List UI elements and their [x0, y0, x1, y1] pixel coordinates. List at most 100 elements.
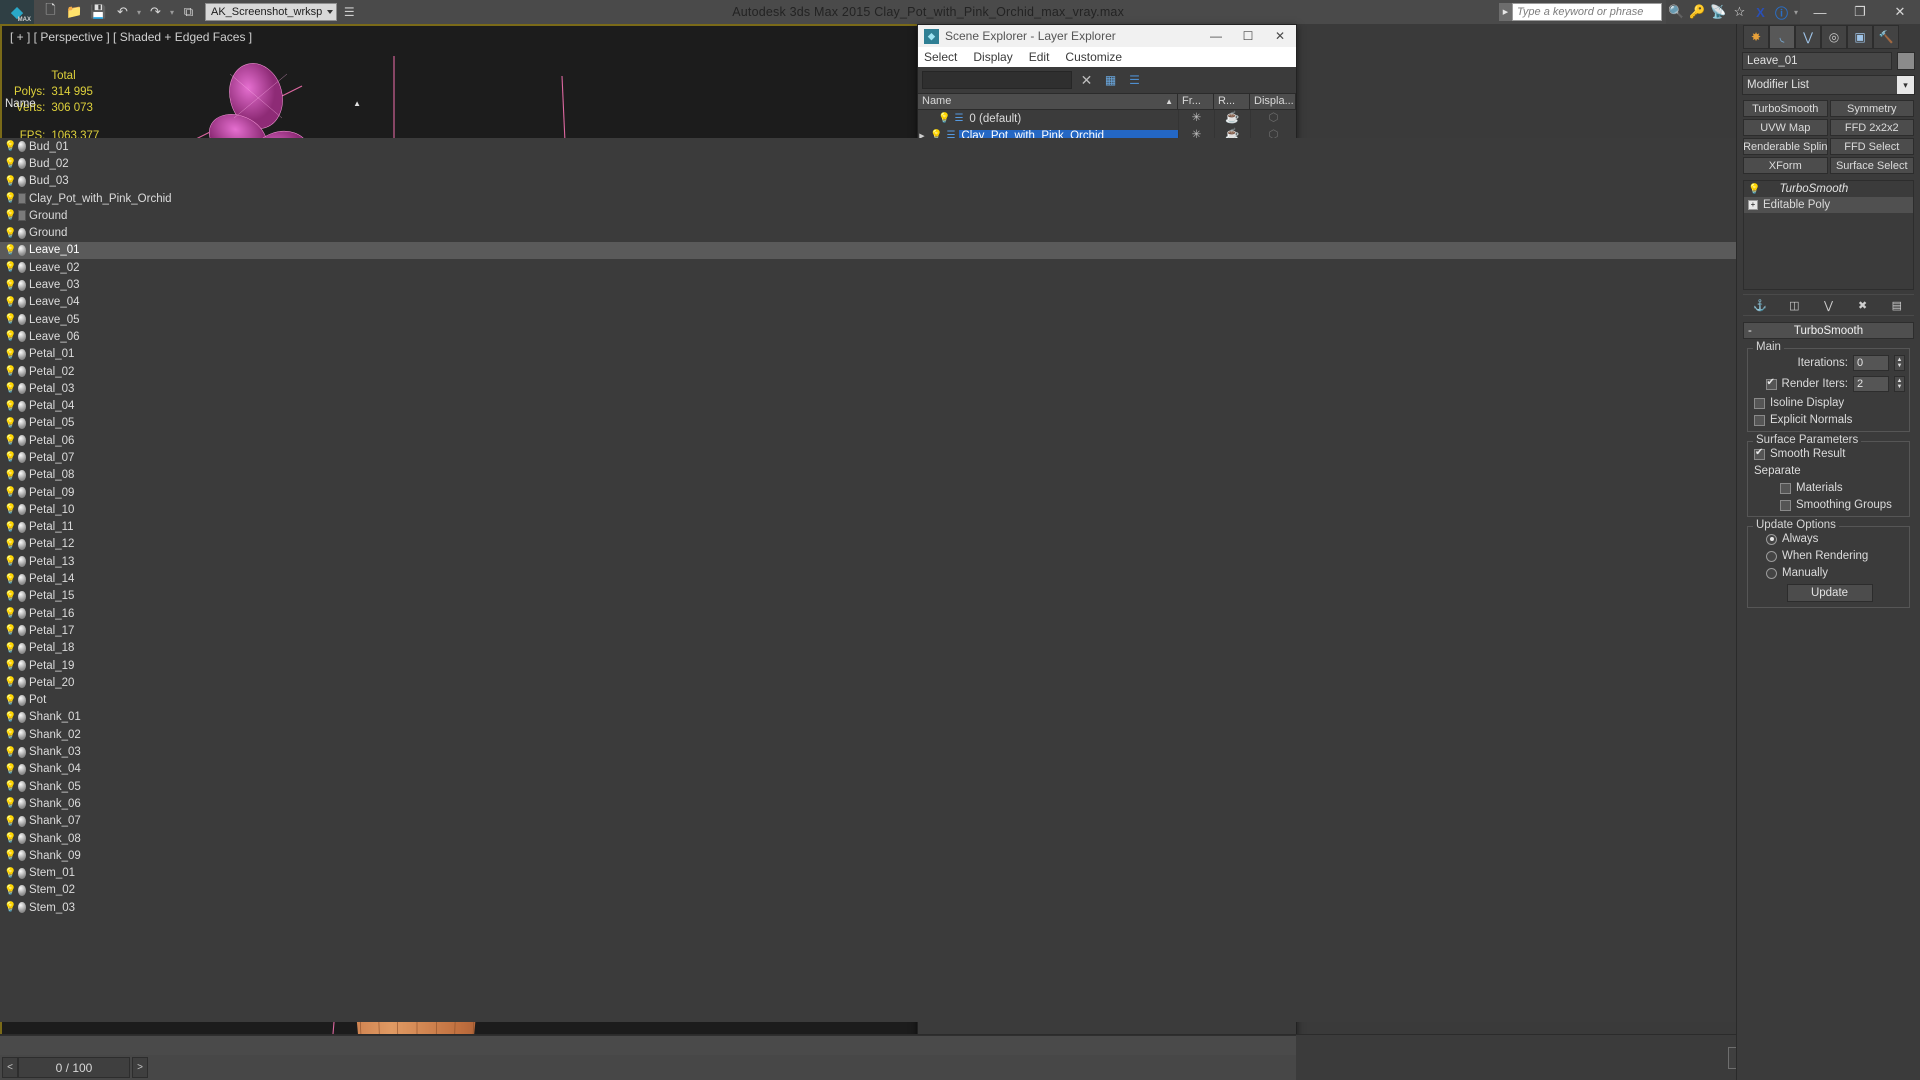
lightbulb-icon[interactable]: 💡 — [938, 113, 950, 124]
smooth-result-checkbox[interactable] — [1754, 447, 1765, 460]
lightbulb-icon[interactable]: 💡 — [4, 504, 16, 515]
scene-object-row[interactable]: 💡Petal_03496 — [0, 380, 1920, 397]
modifier-button-uvw-map[interactable]: UVW Map — [1743, 119, 1828, 136]
scene-object-row[interactable]: 💡Shank_0464 — [0, 761, 1920, 778]
modifier-button-ffd-select[interactable]: FFD Select — [1829, 138, 1914, 155]
scene-object-row[interactable]: 💡Petal_063088 — [0, 432, 1920, 449]
scene-object-row[interactable]: 💡Ground9690 — [0, 224, 1920, 241]
scene-object-row[interactable]: 💡Petal_07496 — [0, 449, 1920, 466]
scene-object-row[interactable]: 💡Bud_02944 — [0, 155, 1920, 172]
lightbulb-icon[interactable]: 💡 — [4, 798, 16, 809]
new-file-icon[interactable]: 🗋 — [39, 1, 62, 23]
modifier-button-surface-select[interactable]: Surface Select — [1829, 157, 1914, 174]
timeline-track[interactable] — [0, 1035, 1296, 1055]
lightbulb-icon[interactable]: 💡 — [4, 556, 16, 567]
open-file-icon[interactable]: 📁 — [63, 1, 86, 23]
lightbulb-icon[interactable]: 💡 — [4, 452, 16, 463]
iterations-stepper[interactable]: ▲ ▼ — [1894, 355, 1905, 371]
column-renderable[interactable]: R... — [1214, 93, 1250, 110]
scene-explorer-maximize-button[interactable]: ☐ — [1232, 25, 1264, 47]
scene-object-row[interactable]: 💡Petal_10496 — [0, 501, 1920, 518]
lightbulb-icon[interactable]: 💡 — [4, 418, 16, 429]
restore-button[interactable]: ❐ — [1840, 0, 1880, 24]
undo-dropdown-icon[interactable]: ▾ — [135, 8, 143, 17]
render-iters-stepper[interactable]: ▲ ▼ — [1894, 376, 1905, 392]
column-name[interactable]: Name — [922, 95, 951, 107]
manually-radio[interactable] — [1766, 567, 1777, 579]
scene-explorer-search-input[interactable] — [922, 71, 1072, 89]
satellite-dish-icon[interactable]: 📡 — [1708, 0, 1729, 24]
isoline-display-checkbox[interactable] — [1754, 397, 1765, 409]
scene-object-row[interactable]: 💡Bud_01944 — [0, 138, 1920, 155]
scene-object-row[interactable]: 💡Petal_18496 — [0, 640, 1920, 657]
lightbulb-icon[interactable]: 💡 — [4, 574, 16, 585]
prev-frame-button[interactable]: < — [2, 1057, 18, 1078]
lightbulb-icon[interactable]: 💡 — [4, 712, 16, 723]
add-layer-icon[interactable]: ▦ — [1101, 71, 1120, 90]
modify-tab[interactable]: ◟ — [1769, 25, 1795, 49]
project-folder-icon[interactable]: ⧉ — [177, 1, 200, 23]
scene-object-row[interactable]: 💡Petal_023088 — [0, 363, 1920, 380]
search-expand-icon[interactable]: ▶ — [1499, 3, 1512, 21]
plus-box-icon[interactable]: + — [1748, 200, 1758, 210]
lightbulb-icon[interactable]: 💡 — [1748, 184, 1760, 195]
turbosmooth-rollup[interactable]: - TurboSmooth Main Iterations: 0 ▲▼ Rend… — [1743, 322, 1914, 608]
scene-object-row[interactable]: 💡Petal_04496 — [0, 397, 1920, 414]
scene-object-row[interactable]: 💡Petal_14496 — [0, 570, 1920, 587]
always-radio[interactable] — [1766, 533, 1777, 545]
scene-object-row[interactable]: 💡Shank_0664 — [0, 795, 1920, 812]
lightbulb-icon[interactable]: 💡 — [4, 470, 16, 481]
lightbulb-icon[interactable]: 💡 — [4, 695, 16, 706]
smoothing-groups-checkbox[interactable] — [1780, 499, 1791, 511]
exchange-icon[interactable]: X — [1750, 0, 1771, 24]
lightbulb-icon[interactable]: 💡 — [4, 141, 16, 152]
frozen-cell[interactable]: ✳ — [1178, 110, 1214, 127]
lightbulb-icon[interactable]: 💡 — [4, 902, 16, 913]
make-unique-icon[interactable]: ⋁ — [1818, 296, 1838, 314]
max-logo-icon[interactable]: ◆ MAX — [0, 0, 34, 24]
menu-select[interactable]: Select — [924, 50, 957, 64]
lightbulb-icon[interactable]: 💡 — [4, 850, 16, 861]
modifier-stack-entry[interactable]: + Editable Poly — [1744, 197, 1913, 213]
lightbulb-icon[interactable]: 💡 — [4, 522, 16, 533]
scene-object-row[interactable]: 💡Petal_08496 — [0, 467, 1920, 484]
lightbulb-icon[interactable]: 💡 — [4, 816, 16, 827]
render-iters-input[interactable]: 2 — [1853, 376, 1889, 392]
scene-object-row[interactable]: 💡Petal_20496 — [0, 674, 1920, 691]
workspace-selector[interactable]: AK_Screenshot_wrksp — [205, 3, 338, 21]
motion-tab[interactable]: ◎ — [1821, 25, 1847, 49]
scene-object-row[interactable]: 💡Leave_06704 — [0, 328, 1920, 345]
scene-object-row[interactable]: 💡Bud_03944 — [0, 173, 1920, 190]
command-panel[interactable]: ✸ ◟ ⋁ ◎ ▣ 🔨 Leave_01 Modifier List ▾ Tur… — [1736, 24, 1920, 1080]
lightbulb-icon[interactable]: 💡 — [4, 297, 16, 308]
create-tab[interactable]: ✸ — [1743, 25, 1769, 49]
scene-object-row[interactable]: 💡Shank_0264 — [0, 726, 1920, 743]
lightbulb-icon[interactable]: 💡 — [4, 677, 16, 688]
object-color-swatch[interactable] — [1897, 52, 1915, 70]
undo-icon[interactable]: ↶ — [111, 1, 134, 23]
scene-object-row[interactable]: 💡Petal_093088 — [0, 484, 1920, 501]
update-button[interactable]: Update — [1786, 584, 1873, 602]
lightbulb-icon[interactable]: 💡 — [4, 591, 16, 602]
lightbulb-icon[interactable]: 💡 — [4, 435, 16, 446]
lightbulb-icon[interactable]: 💡 — [4, 401, 16, 412]
scene-object-row[interactable]: 💡Shank_0864 — [0, 830, 1920, 847]
lightbulb-icon[interactable]: 💡 — [4, 331, 16, 342]
scene-object-row[interactable]: 💡Shank_0564 — [0, 778, 1920, 795]
explicit-normals-checkbox[interactable] — [1754, 414, 1765, 426]
lightbulb-icon[interactable]: 💡 — [4, 176, 16, 187]
minimize-button[interactable]: — — [1800, 0, 1840, 24]
modifier-list-dropdown[interactable]: Modifier List ▾ — [1742, 75, 1915, 95]
scene-object-row[interactable]: 💡Stem_02140 — [0, 882, 1920, 899]
scene-object-row[interactable]: 💡Leave_02704 — [0, 259, 1920, 276]
scene-object-row[interactable]: 💡Petal_15496 — [0, 588, 1920, 605]
scene-object-row[interactable]: 💡Clay_Pot_with_Pink_Orchid0 — [0, 190, 1920, 207]
redo-icon[interactable]: ↷ — [144, 1, 167, 23]
configure-sets-icon[interactable]: ▤ — [1887, 296, 1907, 314]
save-file-icon[interactable]: 💾 — [87, 1, 110, 23]
scene-object-row[interactable]: 💡Leave_05704 — [0, 311, 1920, 328]
lightbulb-icon[interactable]: 💡 — [4, 487, 16, 498]
lightbulb-icon[interactable]: 💡 — [4, 349, 16, 360]
pin-stack-icon[interactable]: ⚓ — [1750, 296, 1770, 314]
scene-object-row[interactable]: 💡Stem_03424 — [0, 899, 1920, 916]
